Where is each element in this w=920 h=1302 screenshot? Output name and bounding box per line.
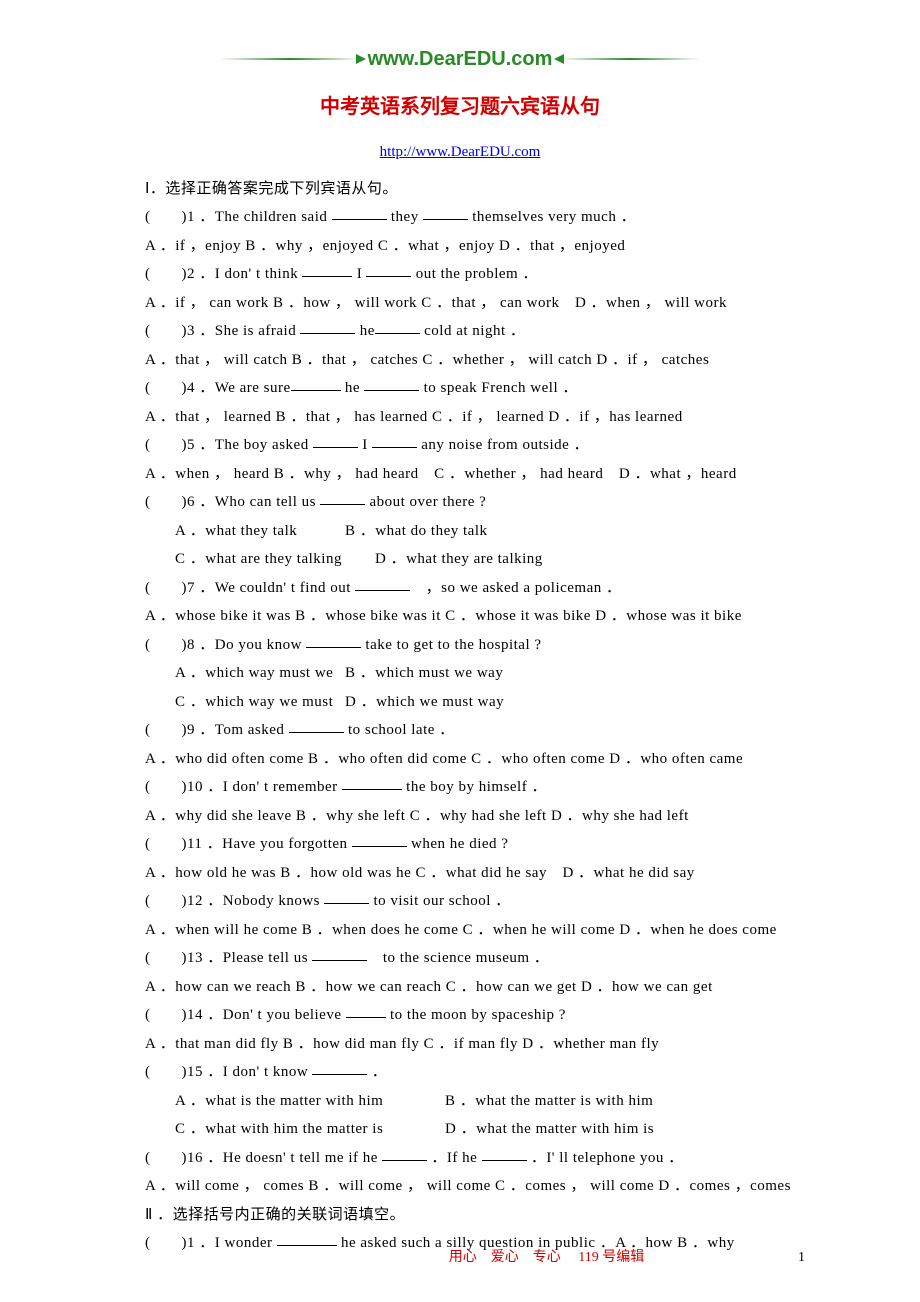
page-number: 1	[798, 1245, 805, 1272]
decor-line-right	[560, 58, 700, 60]
q6-options-cd: C ．what are they talkingD ．what they are…	[115, 545, 805, 574]
page-title: 中考英语系列复习题六宾语从句	[115, 88, 805, 126]
source-link[interactable]: http://www.DearEDU.com	[380, 144, 541, 160]
header-logo: www.DearEDU.com	[115, 40, 805, 78]
q11-stem: ( )11 ．Have you forgotten when he died ?	[115, 830, 805, 859]
q16-stem: ( )16 ．He doesn' t tell me if he ．If he …	[115, 1144, 805, 1173]
q15-options-cd: C ．what with him the matter isD ．what th…	[115, 1115, 805, 1144]
q10-stem: ( )10 ．I don' t remember the boy by hims…	[115, 773, 805, 802]
q6-options-ab: A ．what they talkB ．what do they talk	[115, 517, 805, 546]
q6-stem: ( )6 ．Who can tell us about over there ?	[115, 488, 805, 517]
source-url: http://www.DearEDU.com	[115, 138, 805, 167]
q15-options-ab: A ．what is the matter with himB ．what th…	[115, 1087, 805, 1116]
q15-stem: ( )15 ．I don' t know ．	[115, 1058, 805, 1087]
q9-stem: ( )9 ．Tom asked to school late ．	[115, 716, 805, 745]
q7-options: A ．whose bike it was B ．whose bike was i…	[115, 602, 805, 631]
q3-options: A ．that ， will catch B ．that ， catches C…	[115, 346, 805, 375]
q2-stem: ( )2 ．I don' t think I out the problem ．	[115, 260, 805, 289]
footer-text: 用心 爱心 专心 119 号编辑	[449, 1245, 644, 1272]
q7-stem: ( )7 ．We couldn' t find out ，so we asked…	[115, 574, 805, 603]
q16-options: A ．will come ， comes B ．will come ， will…	[115, 1172, 805, 1201]
q9-options: A ．who did often come B ．who often did c…	[115, 745, 805, 774]
q2-options: A ．if ， can work B ．how ， will work C ．t…	[115, 289, 805, 318]
q1-options: A ．if ，enjoy B ．why ，enjoyed C ．what ，en…	[115, 232, 805, 261]
q1-stem: ( )1 ．The children said they themselves …	[115, 203, 805, 232]
q13-stem: ( )13 ．Please tell us to the science mus…	[115, 944, 805, 973]
q4-stem: ( )4 ．We are sure he to speak French wel…	[115, 374, 805, 403]
q12-stem: ( )12 ．Nobody knows to visit our school …	[115, 887, 805, 916]
q4-options: A ．that ， learned B ．that ， has learned …	[115, 403, 805, 432]
q11-options: A ．how old he was B ．how old was he C ．w…	[115, 859, 805, 888]
q8-options-ab: A ．which way must weB ．which must we way	[115, 659, 805, 688]
decor-line-left	[220, 58, 360, 60]
q8-stem: ( )8 ．Do you know take to get to the hos…	[115, 631, 805, 660]
section2-header: Ⅱ ．选择括号内正确的关联词语填空。	[115, 1201, 805, 1230]
logo-text: www.DearEDU.com	[368, 40, 553, 78]
q14-stem: ( )14 ．Don' t you believe to the moon by…	[115, 1001, 805, 1030]
q10-options: A ．why did she leave B ．why she left C ．…	[115, 802, 805, 831]
q8-options-cd: C ．which way we mustD ．which we must way	[115, 688, 805, 717]
q14-options: A ．that man did fly B ．how did man fly C…	[115, 1030, 805, 1059]
q12-options: A ．when will he come B ．when does he com…	[115, 916, 805, 945]
section1-header: Ⅰ．选择正确答案完成下列宾语从句。	[115, 175, 805, 204]
footer: 用心 爱心 专心 119 号编辑 1	[0, 1245, 920, 1272]
q5-stem: ( )5 ．The boy asked I any noise from out…	[115, 431, 805, 460]
q5-options: A ．when ， heard B ．why ， had heard C ．wh…	[115, 460, 805, 489]
q3-stem: ( )3 ．She is afraid he cold at night ．	[115, 317, 805, 346]
q13-options: A ．how can we reach B ．how we can reach …	[115, 973, 805, 1002]
